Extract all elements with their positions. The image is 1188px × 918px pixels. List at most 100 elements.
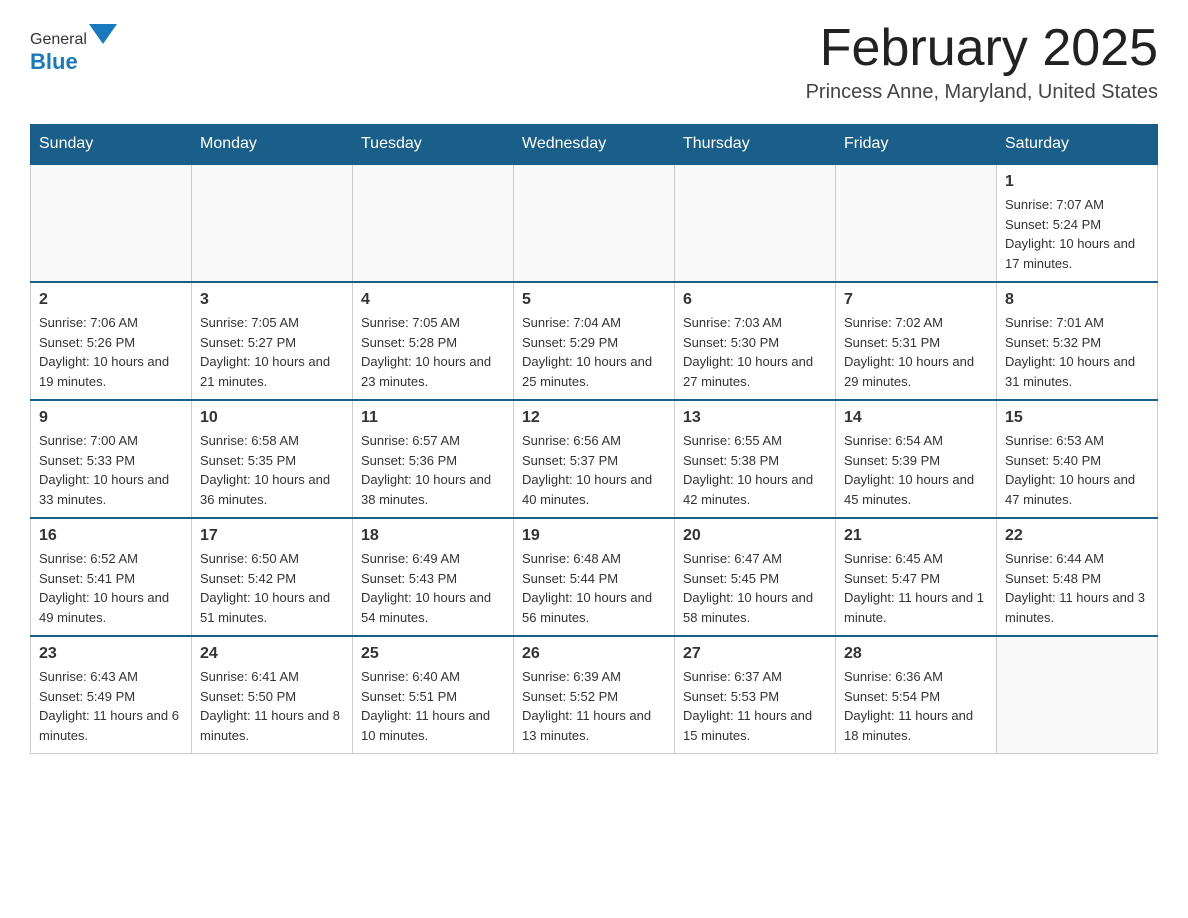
logo-general-text: General [30,31,87,49]
day-info: Sunrise: 6:50 AMSunset: 5:42 PMDaylight:… [200,549,344,627]
day-info: Sunrise: 6:40 AMSunset: 5:51 PMDaylight:… [361,667,505,745]
day-number: 10 [200,409,344,427]
day-info: Sunrise: 6:39 AMSunset: 5:52 PMDaylight:… [522,667,666,745]
calendar-day-cell: 9 Sunrise: 7:00 AMSunset: 5:33 PMDaylight… [31,400,192,518]
day-info: Sunrise: 7:01 AMSunset: 5:32 PMDaylight:… [1005,313,1149,391]
logo-triangle-icon [89,24,117,44]
day-number: 9 [39,409,183,427]
calendar-day-cell [353,164,514,282]
calendar-week-row: 23Sunrise: 6:43 AMSunset: 5:49 PMDayligh… [31,636,1158,754]
page-header: General Blue February 2025 Princess Anne… [30,20,1158,104]
day-number: 4 [361,291,505,309]
day-number: 13 [683,409,827,427]
day-info: Sunrise: 6:52 AMSunset: 5:41 PMDaylight:… [39,549,183,627]
logo-blue-text: Blue [30,49,78,74]
day-number: 26 [522,645,666,663]
day-info: Sunrise: 7:05 AMSunset: 5:27 PMDaylight:… [200,313,344,391]
day-info: Sunrise: 6:57 AMSunset: 5:36 PMDaylight:… [361,431,505,509]
day-number: 21 [844,527,988,545]
day-number: 7 [844,291,988,309]
weekday-header-row: SundayMondayTuesdayWednesdayThursdayFrid… [31,125,1158,165]
calendar-day-cell: 23Sunrise: 6:43 AMSunset: 5:49 PMDayligh… [31,636,192,754]
day-info: Sunrise: 7:07 AMSunset: 5:24 PMDaylight:… [1005,195,1149,273]
day-number: 2 [39,291,183,309]
day-info: Sunrise: 6:47 AMSunset: 5:45 PMDaylight:… [683,549,827,627]
day-info: Sunrise: 7:06 AMSunset: 5:26 PMDaylight:… [39,313,183,391]
day-number: 17 [200,527,344,545]
logo: General Blue [30,20,119,75]
calendar-table: SundayMondayTuesdayWednesdayThursdayFrid… [30,124,1158,754]
day-number: 5 [522,291,666,309]
calendar-day-cell: 5 Sunrise: 7:04 AMSunset: 5:29 PMDaylight… [514,282,675,400]
weekday-header-thursday: Thursday [675,125,836,165]
day-info: Sunrise: 6:44 AMSunset: 5:48 PMDaylight:… [1005,549,1149,627]
day-number: 27 [683,645,827,663]
day-number: 11 [361,409,505,427]
day-number: 24 [200,645,344,663]
day-info: Sunrise: 7:02 AMSunset: 5:31 PMDaylight:… [844,313,988,391]
day-number: 6 [683,291,827,309]
weekday-header-saturday: Saturday [997,125,1158,165]
day-info: Sunrise: 6:45 AMSunset: 5:47 PMDaylight:… [844,549,988,627]
day-info: Sunrise: 6:58 AMSunset: 5:35 PMDaylight:… [200,431,344,509]
calendar-day-cell: 4Sunrise: 7:05 AMSunset: 5:28 PMDaylight… [353,282,514,400]
day-number: 25 [361,645,505,663]
calendar-day-cell: 21 Sunrise: 6:45 AMSunset: 5:47 PMDayligh… [836,518,997,636]
calendar-day-cell [997,636,1158,754]
day-info: Sunrise: 6:56 AMSunset: 5:37 PMDaylight:… [522,431,666,509]
calendar-day-cell: 3 Sunrise: 7:05 AMSunset: 5:27 PMDaylight… [192,282,353,400]
day-number: 19 [522,527,666,545]
weekday-header-tuesday: Tuesday [353,125,514,165]
calendar-day-cell: 22 Sunrise: 6:44 AMSunset: 5:48 PMDayligh… [997,518,1158,636]
day-info: Sunrise: 6:55 AMSunset: 5:38 PMDaylight:… [683,431,827,509]
day-number: 16 [39,527,183,545]
calendar-day-cell: 15 Sunrise: 6:53 AMSunset: 5:40 PMDayligh… [997,400,1158,518]
calendar-day-cell [192,164,353,282]
calendar-day-cell: 19 Sunrise: 6:48 AMSunset: 5:44 PMDayligh… [514,518,675,636]
calendar-day-cell: 12 Sunrise: 6:56 AMSunset: 5:37 PMDayligh… [514,400,675,518]
weekday-header-monday: Monday [192,125,353,165]
day-info: Sunrise: 7:03 AMSunset: 5:30 PMDaylight:… [683,313,827,391]
calendar-day-cell: 2 Sunrise: 7:06 AMSunset: 5:26 PMDaylight… [31,282,192,400]
calendar-day-cell: 6 Sunrise: 7:03 AMSunset: 5:30 PMDaylight… [675,282,836,400]
calendar-day-cell: 18 Sunrise: 6:49 AMSunset: 5:43 PMDayligh… [353,518,514,636]
weekday-header-wednesday: Wednesday [514,125,675,165]
day-info: Sunrise: 6:48 AMSunset: 5:44 PMDaylight:… [522,549,666,627]
day-info: Sunrise: 6:41 AMSunset: 5:50 PMDaylight:… [200,667,344,745]
day-number: 18 [361,527,505,545]
day-number: 12 [522,409,666,427]
day-info: Sunrise: 6:53 AMSunset: 5:40 PMDaylight:… [1005,431,1149,509]
day-number: 14 [844,409,988,427]
calendar-day-cell: 20Sunrise: 6:47 AMSunset: 5:45 PMDayligh… [675,518,836,636]
day-number: 28 [844,645,988,663]
calendar-day-cell: 16 Sunrise: 6:52 AMSunset: 5:41 PMDayligh… [31,518,192,636]
calendar-day-cell: 27 Sunrise: 6:37 AMSunset: 5:53 PMDayligh… [675,636,836,754]
weekday-header-sunday: Sunday [31,125,192,165]
day-info: Sunrise: 6:36 AMSunset: 5:54 PMDaylight:… [844,667,988,745]
calendar-day-cell: 26 Sunrise: 6:39 AMSunset: 5:52 PMDayligh… [514,636,675,754]
calendar-day-cell: 17 Sunrise: 6:50 AMSunset: 5:42 PMDayligh… [192,518,353,636]
day-info: Sunrise: 6:37 AMSunset: 5:53 PMDaylight:… [683,667,827,745]
calendar-week-row: 16 Sunrise: 6:52 AMSunset: 5:41 PMDayligh… [31,518,1158,636]
calendar-day-cell: 10 Sunrise: 6:58 AMSunset: 5:35 PMDayligh… [192,400,353,518]
calendar-day-cell [31,164,192,282]
calendar-day-cell [514,164,675,282]
day-number: 3 [200,291,344,309]
calendar-day-cell [675,164,836,282]
calendar-day-cell: 11 Sunrise: 6:57 AMSunset: 5:36 PMDayligh… [353,400,514,518]
calendar-week-row: 9 Sunrise: 7:00 AMSunset: 5:33 PMDaylight… [31,400,1158,518]
day-number: 8 [1005,291,1149,309]
day-number: 22 [1005,527,1149,545]
weekday-header-friday: Friday [836,125,997,165]
day-info: Sunrise: 7:00 AMSunset: 5:33 PMDaylight:… [39,431,183,509]
calendar-day-cell: 14Sunrise: 6:54 AMSunset: 5:39 PMDayligh… [836,400,997,518]
day-number: 23 [39,645,183,663]
calendar-day-cell: 24 Sunrise: 6:41 AMSunset: 5:50 PMDayligh… [192,636,353,754]
calendar-day-cell: 1 Sunrise: 7:07 AMSunset: 5:24 PMDaylight… [997,164,1158,282]
day-number: 15 [1005,409,1149,427]
day-info: Sunrise: 7:04 AMSunset: 5:29 PMDaylight:… [522,313,666,391]
calendar-day-cell: 7 Sunrise: 7:02 AMSunset: 5:31 PMDaylight… [836,282,997,400]
location-title: Princess Anne, Maryland, United States [806,81,1158,104]
day-number: 1 [1005,173,1149,191]
day-info: Sunrise: 6:49 AMSunset: 5:43 PMDaylight:… [361,549,505,627]
